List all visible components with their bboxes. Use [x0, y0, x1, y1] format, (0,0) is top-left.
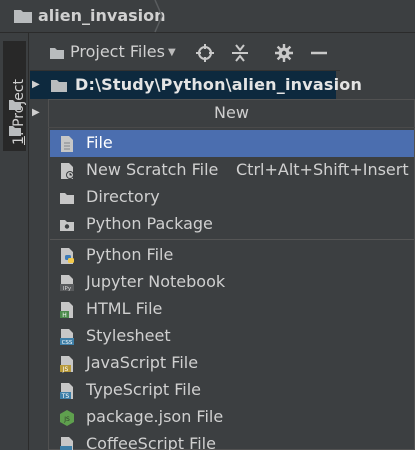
- html-file-icon: H: [59, 301, 75, 319]
- svg-text:TS: TS: [61, 393, 70, 400]
- menu-item-label: Stylesheet: [86, 326, 171, 345]
- folder-icon: [50, 78, 68, 97]
- menu-item-new-scratch-file[interactable]: New Scratch File Ctrl+Alt+Shift+Insert: [50, 157, 414, 184]
- jupyter-icon: IPy: [59, 274, 75, 292]
- menu-item-label: Jupyter Notebook: [86, 272, 226, 291]
- menu-item-jupyter-notebook[interactable]: IPy Jupyter Notebook: [50, 269, 414, 296]
- svg-text:H: H: [62, 312, 67, 319]
- menu-item-shortcut: Ctrl+Alt+Shift+Insert: [236, 160, 409, 179]
- menu-item-directory[interactable]: Directory: [50, 184, 414, 211]
- scratch-file-icon: [59, 162, 75, 180]
- css-file-icon: CSS: [59, 328, 75, 346]
- svg-text:CSS: CSS: [62, 340, 73, 346]
- menu-item-label: Directory: [86, 187, 160, 206]
- expand-arrow-icon[interactable]: ▶: [32, 79, 40, 90]
- menu-item-package-json-file[interactable]: JS package.json File: [50, 404, 414, 431]
- project-view-selector[interactable]: Project Files: [70, 42, 165, 61]
- folder-icon: [49, 45, 65, 64]
- folder-icon: [8, 122, 22, 141]
- menu-item-file[interactable]: File: [50, 130, 414, 157]
- folder-icon: [59, 189, 75, 207]
- menu-item-label: New Scratch File: [86, 160, 219, 179]
- js-file-icon: JS: [59, 355, 75, 373]
- menu-item-coffeescript-file[interactable]: CoffeeScript File: [50, 431, 414, 450]
- svg-text:IPy: IPy: [63, 286, 72, 292]
- locate-icon[interactable]: [195, 43, 215, 63]
- menu-item-label: Python File: [86, 245, 174, 264]
- menu-item-javascript-file[interactable]: JS JavaScript File: [50, 350, 414, 377]
- chevron-right-icon: [154, 0, 164, 37]
- package-icon: [59, 216, 75, 234]
- menu-item-python-file[interactable]: Python File: [50, 242, 414, 269]
- menu-item-label: TypeScript File: [86, 380, 202, 399]
- menu-item-label: Python Package: [86, 214, 213, 233]
- menu-item-label: package.json File: [86, 407, 224, 426]
- svg-text:JS: JS: [63, 416, 70, 423]
- expand-arrow-icon[interactable]: ▶: [32, 107, 40, 118]
- svg-text:JS: JS: [62, 366, 69, 373]
- collapse-all-icon[interactable]: [230, 43, 250, 63]
- folder-icon: [8, 96, 22, 115]
- menu-item-stylesheet[interactable]: CSS Stylesheet: [50, 323, 414, 350]
- menu-item-python-package[interactable]: Python Package: [50, 211, 414, 238]
- nodejs-icon: JS: [59, 409, 75, 427]
- menu-item-label: CoffeeScript File: [86, 434, 216, 450]
- tree-root-path: D:\Study\Python\alien_invasion: [75, 75, 363, 94]
- minimize-icon[interactable]: [309, 43, 329, 63]
- gear-icon[interactable]: [274, 43, 294, 63]
- ts-file-icon: TS: [59, 382, 75, 400]
- file-icon: [59, 135, 75, 153]
- menu-item-label: JavaScript File: [86, 353, 199, 372]
- menu-item-label: File: [86, 133, 113, 152]
- menu-separator: [50, 239, 414, 240]
- menu-item-html-file[interactable]: H HTML File: [50, 296, 414, 323]
- breadcrumb-item[interactable]: alien_invasion: [38, 6, 166, 25]
- menu-item-typescript-file[interactable]: TS TypeScript File: [50, 377, 414, 404]
- menu-item-label: HTML File: [86, 299, 163, 318]
- folder-icon: [13, 8, 33, 28]
- coffeescript-file-icon: [59, 436, 75, 450]
- chevron-down-icon[interactable]: ▼: [168, 47, 176, 58]
- python-file-icon: [59, 247, 75, 265]
- popup-title: New: [48, 99, 415, 128]
